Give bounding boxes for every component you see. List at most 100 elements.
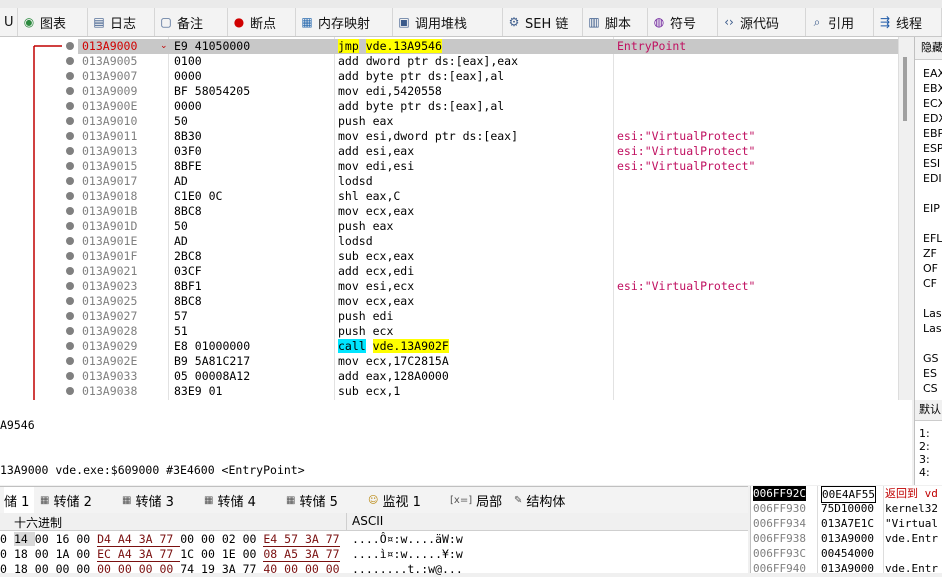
- memory-dump[interactable]: 十六进制 ASCII 0 14 00 16 00 D4 A4 3A 77 00 0…: [0, 513, 748, 576]
- breakpoint-toggle[interactable]: [66, 147, 74, 155]
- register-name[interactable]: ECX: [923, 96, 942, 111]
- breakpoint-toggle[interactable]: [66, 177, 74, 185]
- breakpoint-toggle[interactable]: [66, 162, 74, 170]
- tab-notes[interactable]: ▢ 备注: [155, 8, 228, 36]
- register-name[interactable]: Las: [923, 321, 942, 336]
- register-name[interactable]: [923, 186, 942, 201]
- dump-address[interactable]: 0: [0, 547, 7, 562]
- stack-comment[interactable]: vde.Entr: [885, 561, 938, 573]
- tab-dump-2[interactable]: ▦ 转储 2: [40, 487, 92, 513]
- register-name[interactable]: EBP: [923, 126, 942, 141]
- breakpoint-toggle[interactable]: [66, 297, 74, 305]
- tab-seh-chain[interactable]: ⚙ SEH 链: [503, 8, 583, 36]
- register-name[interactable]: EDX: [923, 111, 942, 126]
- breakpoint-toggle[interactable]: [66, 222, 74, 230]
- breakpoint-toggle[interactable]: [66, 72, 74, 80]
- tab-breakpoint[interactable]: ● 断点: [228, 8, 296, 36]
- register-name[interactable]: CS: [923, 381, 942, 396]
- disasm-row[interactable]: 013A9007 0000 add byte ptr ds:[eax],al: [78, 69, 898, 84]
- tab-source[interactable]: ‹› 源代码: [718, 8, 806, 36]
- stack-view[interactable]: 006FF92C 00E4AF55 返回到 vd 006FF930 75D10000 ke…: [750, 486, 942, 573]
- dump-ascii[interactable]: ........t.:w@...: [352, 562, 463, 577]
- disasm-row[interactable]: 013A9010 50 push eax: [78, 114, 898, 129]
- disasm-row[interactable]: 013A9021 03CF add ecx,edi: [78, 264, 898, 279]
- breakpoint-toggle[interactable]: [66, 87, 74, 95]
- stack-address[interactable]: 006FF940: [753, 561, 806, 573]
- register-name[interactable]: EAX: [923, 66, 942, 81]
- register-name[interactable]: CF: [923, 276, 942, 291]
- stack-comment[interactable]: vde.Entr: [885, 531, 938, 546]
- register-name[interactable]: OF: [923, 261, 942, 276]
- disasm-row[interactable]: 013A901B 8BC8 mov ecx,eax: [78, 204, 898, 219]
- register-name[interactable]: [923, 336, 942, 351]
- tab-symbols[interactable]: ◍ 符号: [648, 8, 718, 36]
- stack-address[interactable]: 006FF92C: [753, 486, 806, 501]
- tab-u[interactable]: U: [0, 8, 18, 36]
- tab-dump-1[interactable]: 储 1: [4, 487, 34, 513]
- call-convention-select[interactable]: 默认: [915, 400, 942, 421]
- stack-address[interactable]: 006FF938: [753, 531, 806, 546]
- dump-ascii[interactable]: ....Ô¤:w....äW:w: [352, 532, 463, 547]
- register-name[interactable]: ZF: [923, 246, 942, 261]
- tab-watch-1[interactable]: ☺ 监视 1: [368, 487, 421, 513]
- disasm-row[interactable]: 013A9000 E9 41050000 jmp vde.13A9546 EntryP…: [78, 39, 898, 54]
- stack-value[interactable]: 013A7E1C: [821, 516, 874, 531]
- disasm-row[interactable]: 013A9023 8BF1 mov esi,ecx esi:"VirtualProte…: [78, 279, 898, 294]
- dump-hex-bytes[interactable]: 18 00 1A 00 EC A4 3A 77 1C 00 1E 00 08 A…: [14, 547, 340, 562]
- disasm-row[interactable]: 013A9025 8BC8 mov ecx,eax: [78, 294, 898, 309]
- argument-item[interactable]: 1:: [919, 427, 942, 440]
- disasm-row[interactable]: 013A9011 8B30 mov esi,dword ptr ds:[eax] es…: [78, 129, 898, 144]
- disasm-row[interactable]: 013A901E AD lodsd: [78, 234, 898, 249]
- stack-comment[interactable]: "Virtual: [885, 516, 938, 531]
- tab-call-stack[interactable]: ▣ 调用堆栈: [393, 8, 503, 36]
- disasm-row[interactable]: 013A9017 AD lodsd: [78, 174, 898, 189]
- register-name[interactable]: [923, 216, 942, 231]
- register-name[interactable]: EBX: [923, 81, 942, 96]
- tab-references[interactable]: ⌕ 引用: [806, 8, 874, 36]
- register-name[interactable]: Las: [923, 306, 942, 321]
- breakpoint-toggle[interactable]: [66, 132, 74, 140]
- breakpoint-toggle[interactable]: [66, 102, 74, 110]
- register-name[interactable]: ES: [923, 366, 942, 381]
- disasm-row[interactable]: 013A9013 03F0 add esi,eax esi:"VirtualProte…: [78, 144, 898, 159]
- disasm-row[interactable]: 013A9027 57 push edi: [78, 309, 898, 324]
- register-name[interactable]: [923, 291, 942, 306]
- dump-address[interactable]: 0: [0, 562, 7, 577]
- register-name[interactable]: ESP: [923, 141, 942, 156]
- breakpoint-toggle[interactable]: [66, 192, 74, 200]
- tab-dump-3[interactable]: ▦ 转储 3: [122, 487, 174, 513]
- tab-log[interactable]: ▤ 日志: [88, 8, 155, 36]
- register-name[interactable]: EFL: [923, 231, 942, 246]
- breakpoint-toggle[interactable]: [66, 327, 74, 335]
- stack-address[interactable]: 006FF93C: [753, 546, 806, 561]
- dump-ascii[interactable]: ....ì¤:w.....¥:w: [352, 547, 463, 562]
- tab-graph[interactable]: ◉ 图表: [18, 8, 88, 36]
- disassembly-view[interactable]: 013A9000 E9 41050000 jmp vde.13A9546 EntryP…: [0, 37, 912, 401]
- breakpoint-toggle[interactable]: [66, 57, 74, 65]
- tab-dump-5[interactable]: ▦ 转储 5: [286, 487, 338, 513]
- disasm-row[interactable]: 013A9018 C1E0 0C shl eax,C: [78, 189, 898, 204]
- breakpoint-toggle[interactable]: [66, 42, 74, 50]
- breakpoint-toggle[interactable]: [66, 357, 74, 365]
- dump-address[interactable]: 0: [0, 532, 7, 547]
- dump-hex-bytes[interactable]: 14 00 16 00 D4 A4 3A 77 00 00 02 00 E4 5…: [14, 532, 340, 547]
- disasm-row[interactable]: 013A9005 0100 add dword ptr ds:[eax],eax: [78, 54, 898, 69]
- disasm-row[interactable]: 013A9015 8BFE mov edi,esi esi:"VirtualProte…: [78, 159, 898, 174]
- registers-hide-button[interactable]: 隐藏: [915, 37, 942, 60]
- tab-script[interactable]: ▥ 脚本: [583, 8, 648, 36]
- stack-address[interactable]: 006FF930: [753, 501, 806, 516]
- argument-item[interactable]: 3:: [919, 453, 942, 466]
- register-name[interactable]: ESI: [923, 156, 942, 171]
- disasm-row[interactable]: 013A9029 E8 01000000 call vde.13A902F: [78, 339, 898, 354]
- argument-item[interactable]: 2:: [919, 440, 942, 453]
- stack-comment[interactable]: 返回到 vd: [885, 486, 938, 501]
- breakpoint-toggle[interactable]: [66, 207, 74, 215]
- breakpoint-toggle[interactable]: [66, 117, 74, 125]
- stack-value[interactable]: 013A9000: [821, 531, 874, 546]
- breakpoint-toggle[interactable]: [66, 387, 74, 395]
- tab-dump-4[interactable]: ▦ 转储 4: [204, 487, 256, 513]
- disasm-row[interactable]: 013A902E B9 5A81C217 mov ecx,17C2815A: [78, 354, 898, 369]
- breakpoint-toggle[interactable]: [66, 312, 74, 320]
- disasm-row[interactable]: 013A9028 51 push ecx: [78, 324, 898, 339]
- stack-value[interactable]: 013A9000: [821, 561, 874, 573]
